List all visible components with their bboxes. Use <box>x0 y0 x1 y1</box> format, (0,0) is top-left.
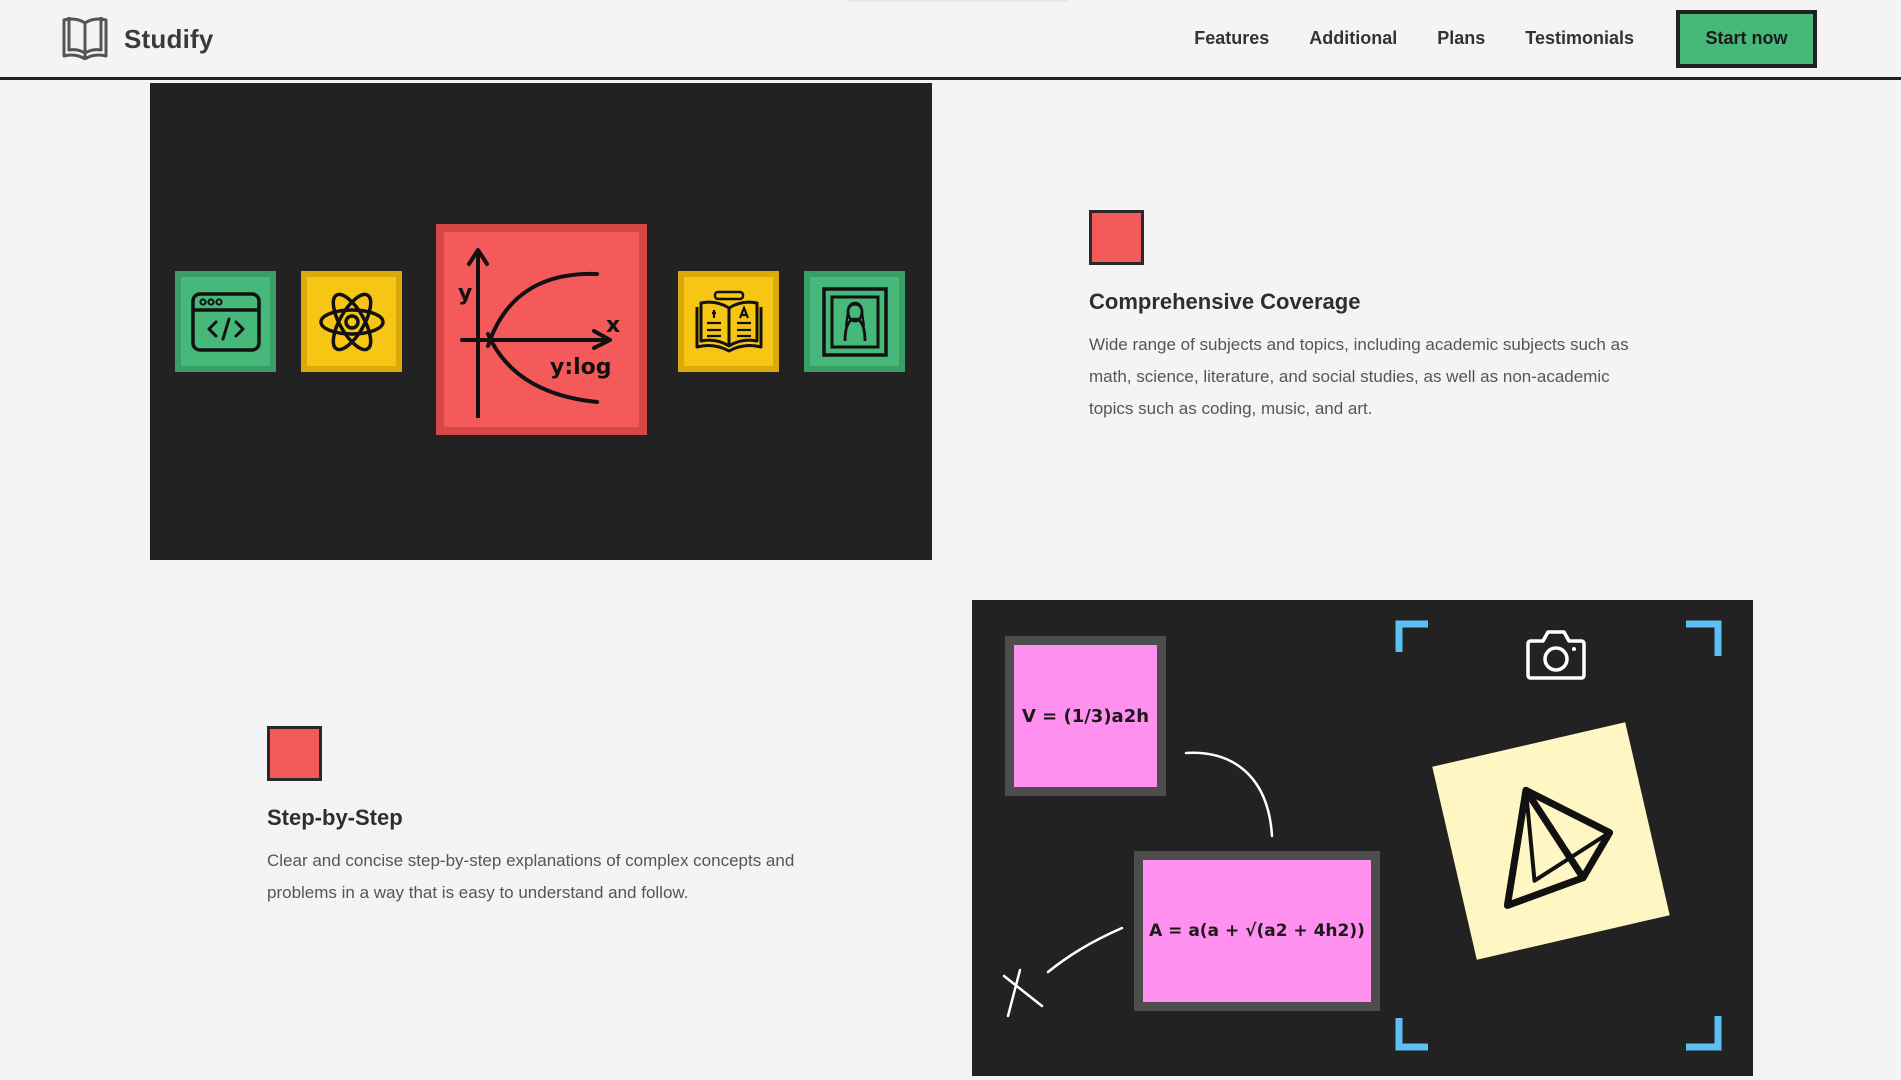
literature-tile <box>678 271 779 372</box>
science-tile <box>301 271 402 372</box>
open-book-icon <box>60 14 110 65</box>
top-navigation-bar: Studify Features Additional Plans Testim… <box>0 0 1901 80</box>
math-tile: y x y:log <box>436 224 647 435</box>
feature-title: Comprehensive Coverage <box>1089 289 1361 314</box>
nav-link-additional[interactable]: Additional <box>1309 28 1397 49</box>
log-graph-icon: y x y:log <box>458 247 620 418</box>
nav-link-plans[interactable]: Plans <box>1437 28 1485 49</box>
nav-link-testimonials[interactable]: Testimonials <box>1525 28 1634 49</box>
brand-name: Studify <box>124 23 214 54</box>
pyramid-icon <box>1503 786 1614 909</box>
top-pill-decoration <box>842 0 1074 2</box>
atom-icon <box>318 292 385 351</box>
formula-note-volume: V = (1/3)a2h <box>1005 636 1166 796</box>
camera-icon <box>1526 630 1586 680</box>
main-nav: Features Additional Plans Testimonials S… <box>1194 0 1901 77</box>
x-axis-label: x <box>606 313 620 338</box>
y-axis-label: y <box>458 281 472 306</box>
formula-area: A = a(a + √(a2 + 4h2)) <box>1149 921 1365 941</box>
feature-description: Wide range of subjects and topics, inclu… <box>1089 335 1629 418</box>
feature-color-swatch <box>1089 210 1144 265</box>
step-by-step-illustration: V = (1/3)a2h A = a(a + √(a2 + 4h2)) <box>972 600 1753 1076</box>
nav-link-features[interactable]: Features <box>1194 28 1269 49</box>
subjects-illustration: y x y:log <box>150 83 932 560</box>
graph-function-label: y:log <box>550 355 612 380</box>
book-icon <box>695 290 762 352</box>
feature-description: Clear and concise step-by-step explanati… <box>267 851 795 902</box>
formula-note-area: A = a(a + √(a2 + 4h2)) <box>1134 851 1380 1011</box>
start-now-button[interactable]: Start now <box>1676 9 1817 68</box>
brand-logo[interactable]: Studify <box>60 14 214 64</box>
code-window-icon <box>190 291 261 352</box>
feature-comprehensive-coverage: Comprehensive Coverage Wide range of sub… <box>1089 210 1649 425</box>
feature-title: Step-by-Step <box>267 805 403 830</box>
formula-volume: V = (1/3)a2h <box>1021 705 1150 727</box>
sticky-note <box>1432 722 1670 960</box>
portrait-frame-icon <box>821 286 888 357</box>
coding-tile <box>175 271 276 372</box>
art-tile <box>804 271 905 372</box>
feature-step-by-step: Step-by-Step Clear and concise step-by-s… <box>267 726 797 909</box>
feature-color-swatch <box>267 726 322 781</box>
